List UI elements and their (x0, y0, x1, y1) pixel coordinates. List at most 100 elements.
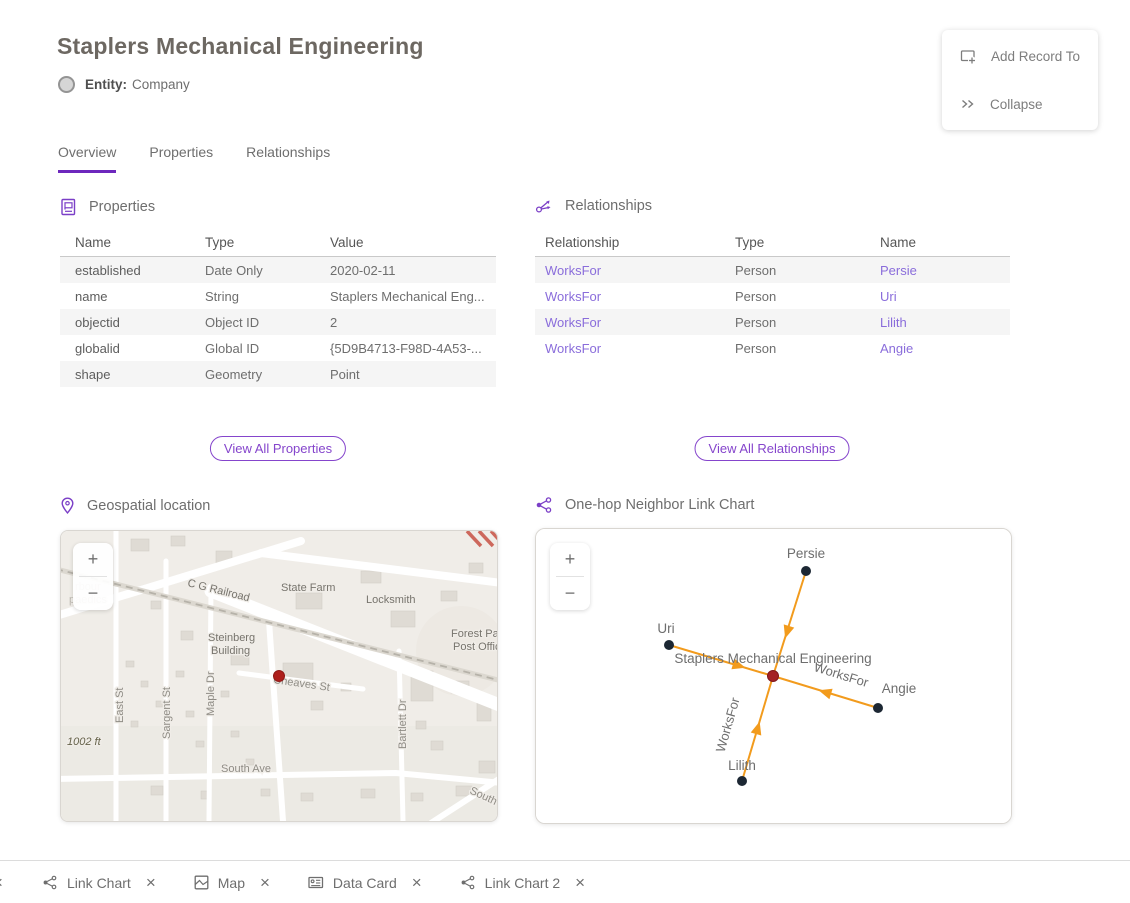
view-tab-data-card[interactable]: Data Card × (308, 873, 422, 893)
node-label: Lilith (728, 758, 756, 773)
relationship-link[interactable]: WorksFor (545, 315, 601, 330)
link-chart-icon (535, 497, 553, 513)
col-header-name: Name (75, 235, 205, 250)
entity-link[interactable]: Persie (880, 263, 917, 278)
col-header-type: Type (205, 235, 330, 250)
relationships-table-header: Relationship Type Name (535, 228, 1010, 257)
geospatial-map-card: rbour paedics C G Railroad State Farm Lo… (60, 530, 498, 822)
table-row: objectid Object ID 2 (60, 309, 496, 335)
add-record-icon (960, 48, 977, 65)
menu-item-label: Add Record To (991, 49, 1080, 64)
section-title: Properties (89, 199, 155, 215)
tab-bar: Overview Properties Relationships (58, 144, 330, 173)
table-row: WorksFor Person Uri (535, 283, 1010, 309)
view-tab-link-chart[interactable]: Link Chart × (42, 873, 156, 893)
page-title: Staplers Mechanical Engineering (57, 33, 424, 60)
properties-icon (60, 198, 77, 216)
collapse-icon (960, 96, 976, 112)
tab-properties[interactable]: Properties (149, 144, 213, 173)
view-all-properties-button[interactable]: View All Properties (210, 436, 346, 461)
zoom-out-button[interactable]: − (550, 577, 590, 610)
entity-type: Company (132, 77, 190, 92)
properties-section-header: Properties (60, 198, 155, 216)
map-label-poi: Steinberg (208, 632, 255, 644)
entity-row: Entity: Company (58, 76, 190, 93)
col-header-relationship: Relationship (545, 235, 735, 250)
view-tab-label: Link Chart (67, 875, 131, 891)
map-canvas[interactable]: rbour paedics C G Railroad State Farm Lo… (61, 531, 497, 821)
relationship-link[interactable]: WorksFor (545, 341, 601, 356)
node-label: Persie (787, 546, 825, 561)
col-header-type: Type (735, 235, 880, 250)
menu-item-add-record-to[interactable]: Add Record To (942, 34, 1098, 78)
node-label: Angie (882, 681, 917, 696)
zoom-in-button[interactable]: + (73, 543, 113, 576)
view-tab-map[interactable]: Map × (194, 873, 270, 893)
tab-close-icon[interactable]: × (412, 873, 422, 893)
entity-link[interactable]: Lilith (880, 315, 907, 330)
relationships-section-header: Relationships (535, 198, 652, 214)
view-all-relationships-button[interactable]: View All Relationships (695, 436, 850, 461)
map-label-street: South Ave (221, 763, 271, 775)
map-label-poi: Forest Par (451, 628, 497, 640)
table-row: WorksFor Person Angie (535, 335, 1010, 361)
tab-close-icon[interactable]: × (575, 873, 585, 893)
center-node-label: Staplers Mechanical Engineering (674, 651, 871, 666)
data-card-icon (308, 875, 324, 890)
node-persie (801, 566, 811, 576)
map-label-street: Bartlett Dr (397, 699, 409, 749)
context-menu: Add Record To Collapse (942, 30, 1098, 130)
tab-overview[interactable]: Overview (58, 144, 116, 173)
link-chart-icon (42, 875, 58, 890)
node-angie (873, 703, 883, 713)
entity-symbol (58, 76, 75, 93)
map-label-street: Maple Dr (205, 671, 217, 716)
tab-close-icon[interactable]: × (146, 873, 156, 893)
map-entity-marker[interactable] (274, 671, 285, 682)
table-row: WorksFor Person Persie (535, 257, 1010, 283)
section-title: Geospatial location (87, 498, 210, 514)
view-tab-link-chart-2[interactable]: Link Chart 2 × (460, 873, 585, 893)
table-row: shape Geometry Point (60, 361, 496, 387)
entity-label: Entity: (85, 77, 127, 92)
section-title: Relationships (565, 198, 652, 214)
view-tab-label: Data Card (333, 875, 397, 891)
map-label-poi: Building (211, 645, 250, 657)
entity-link[interactable]: Angie (880, 341, 913, 356)
map-label-poi: Post Offic (453, 641, 497, 653)
table-row: established Date Only 2020-02-11 (60, 257, 496, 283)
tab-close-icon[interactable]: × (260, 873, 270, 893)
relationship-link[interactable]: WorksFor (545, 263, 601, 278)
link-chart-canvas[interactable]: WorksFor WorksFor Persie Uri Angie Lilit… (536, 529, 1011, 823)
menu-item-label: Collapse (990, 97, 1043, 112)
section-title: One-hop Neighbor Link Chart (565, 497, 754, 513)
node-center-entity (768, 671, 779, 682)
node-lilith (737, 776, 747, 786)
map-label-poi: State Farm (281, 582, 335, 594)
relationships-table: Relationship Type Name WorksFor Person P… (535, 228, 1010, 361)
zoom-out-button[interactable]: − (73, 577, 113, 610)
col-header-value: Value (330, 235, 496, 250)
table-row: name String Staplers Mechanical Eng... (60, 283, 496, 309)
menu-item-collapse[interactable]: Collapse (942, 82, 1098, 126)
properties-table: Name Type Value established Date Only 20… (60, 228, 496, 387)
relationship-link[interactable]: WorksFor (545, 289, 601, 304)
view-tab-label: Link Chart 2 (485, 875, 560, 891)
tab-close-icon[interactable]: × (0, 861, 3, 903)
relationships-icon (535, 198, 553, 214)
table-row: WorksFor Person Lilith (535, 309, 1010, 335)
entity-link[interactable]: Uri (880, 289, 897, 304)
zoom-in-button[interactable]: + (550, 543, 590, 576)
tab-relationships[interactable]: Relationships (246, 144, 330, 173)
map-label-street: Sargent St (161, 687, 173, 739)
view-tab-bar: × Link Chart × Map × (0, 860, 1130, 903)
link-chart-card: WorksFor WorksFor Persie Uri Angie Lilit… (535, 528, 1012, 824)
map-zoom-control: + − (73, 543, 113, 610)
map-label-street: East St (114, 688, 126, 723)
geospatial-section-header: Geospatial location (60, 497, 210, 515)
view-tab-label: Map (218, 875, 245, 891)
node-uri (664, 640, 674, 650)
data-card-view: Staplers Mechanical Engineering Entity: … (0, 0, 1130, 903)
map-label-poi: Locksmith (366, 594, 416, 606)
properties-table-header: Name Type Value (60, 228, 496, 257)
